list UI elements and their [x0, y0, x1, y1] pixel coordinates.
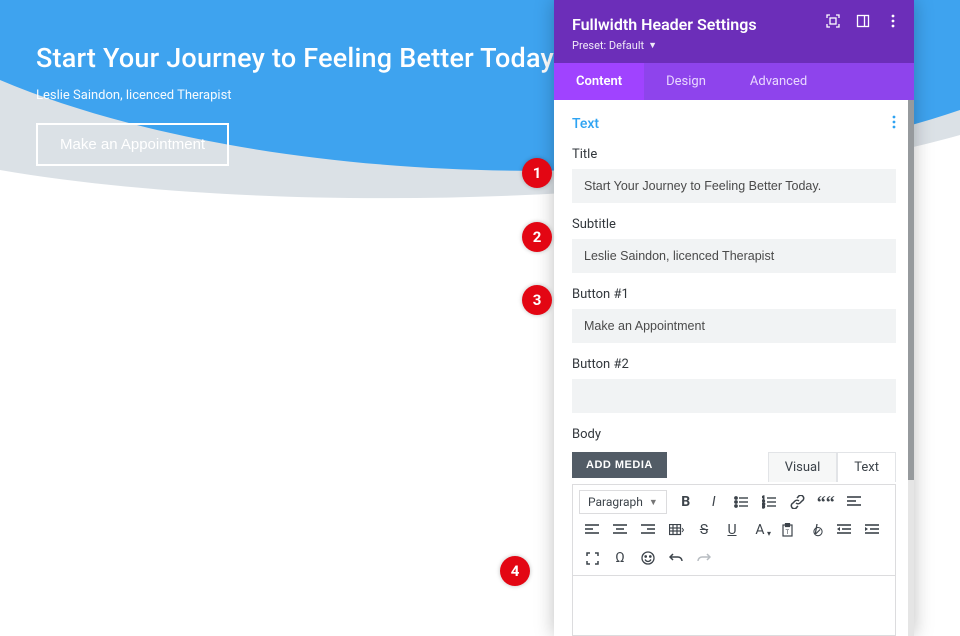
tab-content[interactable]: Content [554, 63, 644, 100]
button2-input[interactable] [572, 379, 896, 413]
align-left-icon[interactable] [841, 489, 867, 515]
scrollbar-track[interactable] [908, 100, 914, 636]
hero-subtitle: Leslie Saindon, licenced Therapist [36, 88, 560, 103]
annotation-badge-1: 1 [522, 158, 552, 188]
section-text-title: Text [572, 116, 599, 132]
annotation-badge-3: 3 [522, 285, 552, 315]
panel-tabs: Content Design Advanced [554, 63, 914, 100]
subtitle-label: Subtitle [572, 217, 896, 232]
title-label: Title [572, 147, 896, 162]
annotation-badge-2: 2 [522, 222, 552, 252]
link-icon[interactable] [785, 489, 811, 515]
menu-dots-icon[interactable] [886, 14, 900, 28]
fullscreen-icon[interactable] [579, 545, 605, 571]
editor-tab-text[interactable]: Text [837, 452, 896, 482]
paragraph-select-label: Paragraph [588, 495, 643, 509]
special-char-icon[interactable]: Ω [607, 545, 633, 571]
clear-formatting-icon[interactable]: I⊘ [803, 517, 829, 543]
align-center-icon[interactable] [607, 517, 633, 543]
hero-title: Start Your Journey to Feeling Better Tod… [36, 42, 560, 74]
expand-icon[interactable] [826, 14, 840, 28]
bulleted-list-icon[interactable] [729, 489, 755, 515]
strikethrough-icon[interactable]: S [691, 517, 717, 543]
emoji-icon[interactable] [635, 545, 661, 571]
editor-toolbar: Paragraph ▼ B I 123 ““ [572, 484, 896, 576]
snap-icon[interactable] [856, 14, 870, 28]
paste-text-icon[interactable]: T [775, 517, 801, 543]
editor-content-area[interactable] [572, 576, 896, 636]
panel-header: Fullwidth Header Settings Preset: Defaul… [554, 0, 914, 63]
preset-label: Preset: Default [572, 39, 644, 52]
redo-icon[interactable] [691, 545, 717, 571]
table-icon[interactable] [663, 517, 689, 543]
chevron-down-icon: ▼ [648, 40, 657, 51]
section-menu-icon[interactable] [892, 114, 896, 133]
annotation-badge-4: 4 [500, 556, 530, 586]
chevron-down-icon: ▼ [649, 497, 658, 508]
undo-icon[interactable] [663, 545, 689, 571]
svg-text:3: 3 [762, 504, 765, 509]
subtitle-input[interactable] [572, 239, 896, 273]
panel-body: Text Title Subtitle Button #1 Button #2 [554, 100, 914, 636]
paragraph-select[interactable]: Paragraph ▼ [579, 490, 667, 514]
editor-tab-visual[interactable]: Visual [768, 452, 838, 482]
tab-design[interactable]: Design [644, 63, 728, 100]
align-left2-icon[interactable] [579, 517, 605, 543]
tab-advanced[interactable]: Advanced [728, 63, 829, 100]
preset-dropdown[interactable]: Preset: Default ▼ [572, 39, 657, 52]
title-input[interactable] [572, 169, 896, 203]
numbered-list-icon[interactable]: 123 [757, 489, 783, 515]
settings-panel: Fullwidth Header Settings Preset: Defaul… [554, 0, 914, 636]
blockquote-icon[interactable]: ““ [813, 489, 839, 515]
body-label: Body [572, 427, 896, 442]
svg-text:T: T [786, 529, 790, 536]
italic-icon[interactable]: I [701, 489, 727, 515]
button2-label: Button #2 [572, 357, 896, 372]
button1-label: Button #1 [572, 287, 896, 302]
scrollbar-thumb[interactable] [908, 100, 914, 480]
hero-cta-button[interactable]: Make an Appointment [36, 123, 229, 166]
bold-icon[interactable]: B [673, 489, 699, 515]
indent-icon[interactable] [859, 517, 885, 543]
add-media-button[interactable]: ADD MEDIA [572, 452, 667, 478]
text-color-icon[interactable]: A▾ [747, 517, 773, 543]
outdent-icon[interactable] [831, 517, 857, 543]
underline-icon[interactable]: U [719, 517, 745, 543]
button1-input[interactable] [572, 309, 896, 343]
align-right-icon[interactable] [635, 517, 661, 543]
